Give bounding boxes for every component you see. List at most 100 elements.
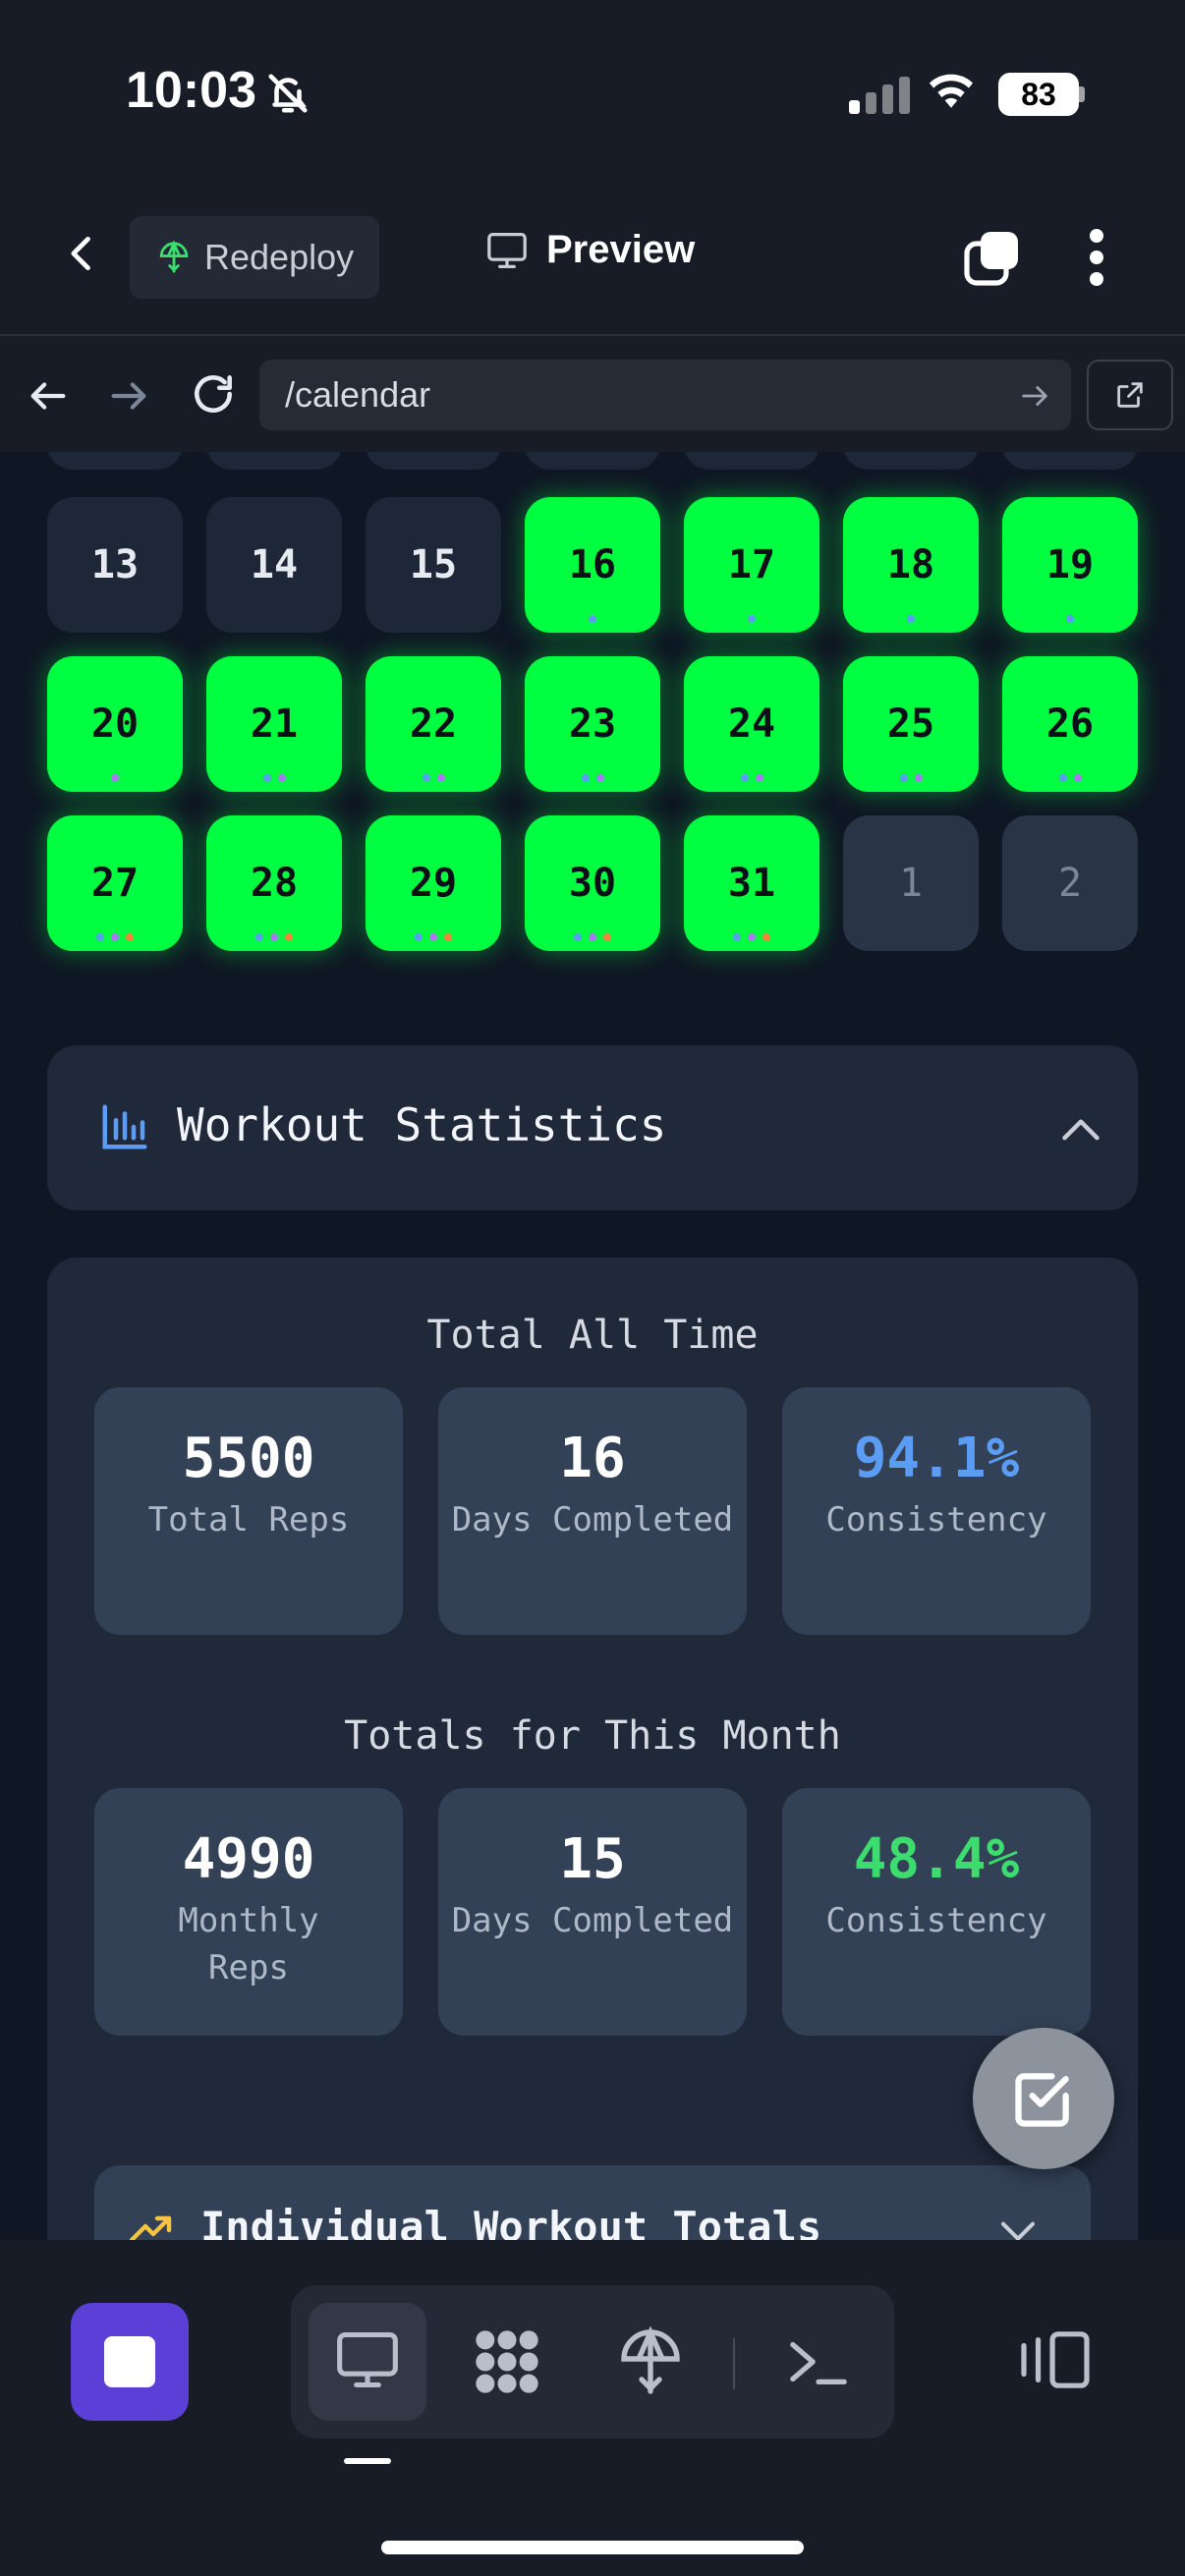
workout-dots — [1002, 615, 1138, 623]
calendar-day-partial — [47, 452, 183, 470]
workout-dot — [429, 933, 437, 941]
calendar-day-number: 19 — [1045, 542, 1095, 588]
calendar-day[interactable]: 2 — [1002, 815, 1138, 951]
calendar-day-number: 29 — [409, 861, 458, 906]
calendar-day[interactable]: 29 — [366, 815, 501, 951]
open-external-button[interactable] — [1087, 360, 1173, 430]
workout-dots — [206, 774, 342, 782]
workout-dots — [843, 615, 979, 623]
checkbox-icon — [1015, 2073, 1069, 2127]
calendar-day[interactable]: 19 — [1002, 497, 1138, 633]
workout-dot — [1073, 774, 1082, 782]
calendar-day[interactable]: 14 — [206, 497, 342, 633]
workout-dot — [111, 933, 119, 941]
bell-muted-icon — [268, 74, 308, 113]
preview-label: Preview — [546, 228, 696, 271]
calendar-day[interactable]: 1 — [843, 815, 979, 951]
url-input[interactable]: /calendar — [259, 360, 1071, 430]
calendar-day[interactable]: 25 — [843, 656, 979, 792]
stat-label: Consistency — [825, 1901, 1047, 1940]
calendar-day[interactable]: 15 — [366, 497, 501, 633]
reload-icon[interactable] — [189, 369, 238, 419]
stat-label: Monthly Reps — [178, 1901, 319, 1988]
month-heading: Totals for This Month — [344, 1713, 841, 1759]
monitor-icon[interactable] — [334, 2328, 401, 2391]
calendar-day-partial — [525, 452, 660, 470]
workout-dot — [270, 933, 278, 941]
more-options-icon[interactable] — [1085, 228, 1108, 287]
trending-up-icon — [129, 2215, 172, 2240]
status-time: 10:03 — [126, 62, 256, 119]
stat-value: 48.4% — [853, 1827, 1020, 1891]
calendar-day[interactable]: 22 — [366, 656, 501, 792]
calendar-day[interactable]: 13 — [47, 497, 183, 633]
stat-label: Days Completed — [451, 1901, 734, 1940]
go-arrow-icon[interactable] — [1018, 379, 1051, 413]
stat-value: 15 — [559, 1827, 626, 1891]
calendar-day[interactable]: 16 — [525, 497, 660, 633]
cellular-signal-icon — [849, 77, 910, 114]
calendar-day-number: 30 — [568, 861, 617, 906]
redeploy-button[interactable]: Redeploy — [130, 216, 379, 299]
calendar-day-partial — [843, 452, 979, 470]
calendar-day-number: 15 — [409, 542, 458, 588]
tabs-icon[interactable] — [963, 228, 1022, 287]
deploy-icon[interactable] — [615, 2324, 686, 2399]
stat-value: 16 — [559, 1427, 626, 1490]
workout-dots — [366, 774, 501, 782]
url-text: /calendar — [285, 374, 431, 415]
workout-dots — [47, 933, 183, 941]
calendar-day-number: 18 — [886, 542, 935, 588]
calendar-day[interactable]: 21 — [206, 656, 342, 792]
workout-dot — [415, 933, 423, 941]
calendar-day-number: 26 — [1045, 701, 1095, 747]
calendar-day[interactable]: 31 — [684, 815, 819, 951]
individual-workout-totals-title: Individual Workout Totals — [200, 2203, 822, 2240]
workout-dot — [444, 933, 452, 941]
stat-card-days-completed: 16 Days Completed — [438, 1387, 747, 1635]
stat-label: Days Completed — [451, 1500, 734, 1540]
stat-card-month-consistency: 48.4% Consistency — [782, 1788, 1091, 2036]
calendar-day-partial — [684, 452, 819, 470]
calendar-day[interactable]: 30 — [525, 815, 660, 951]
stop-button[interactable] — [71, 2303, 189, 2421]
calendar-day[interactable]: 23 — [525, 656, 660, 792]
calendar-day-partial — [1002, 452, 1138, 470]
workout-dot — [1066, 615, 1074, 623]
check-in-fab[interactable] — [973, 2028, 1114, 2169]
wifi-icon — [929, 74, 974, 108]
calendar-day[interactable]: 26 — [1002, 656, 1138, 792]
individual-workout-totals-toggle[interactable]: Individual Workout Totals — [94, 2165, 1091, 2240]
calendar-day-partial — [206, 452, 342, 470]
workout-dot — [1058, 774, 1067, 782]
stat-card-month-days: 15 Days Completed — [438, 1788, 747, 2036]
calendar-day[interactable]: 20 — [47, 656, 183, 792]
back-chevron-icon[interactable] — [61, 232, 104, 275]
stat-label: Consistency — [825, 1500, 1047, 1540]
preview-tab[interactable]: Preview — [485, 228, 695, 272]
layout-split-icon[interactable] — [1018, 2328, 1093, 2391]
workout-dot — [755, 774, 763, 782]
workout-dots — [684, 933, 819, 941]
calendar-day[interactable]: 27 — [47, 815, 183, 951]
workout-dots — [525, 933, 660, 941]
calendar-day-number: 1 — [898, 861, 924, 906]
workout-dot — [907, 615, 915, 623]
calendar-day-number: 14 — [250, 542, 299, 588]
arrow-right-icon[interactable] — [106, 373, 151, 419]
calendar-day[interactable]: 24 — [684, 656, 819, 792]
chevron-up-icon[interactable] — [1059, 1112, 1102, 1146]
workout-statistics-toggle[interactable]: Workout Statistics — [47, 1045, 1138, 1210]
terminal-icon[interactable] — [784, 2330, 853, 2393]
chevron-down-icon[interactable] — [998, 2218, 1038, 2240]
calendar-day[interactable]: 17 — [684, 497, 819, 633]
page-content: 13 14 15 16 17 18 19 20 21 22 23 24 25 26 27 28 29 30 31 1 2… — [0, 452, 1185, 2240]
arrow-left-icon[interactable] — [26, 373, 71, 419]
stat-value: 4990 — [182, 1827, 315, 1891]
calendar-day[interactable]: 18 — [843, 497, 979, 633]
workout-dot — [603, 933, 611, 941]
calendar-day[interactable]: 28 — [206, 815, 342, 951]
workflow-icon[interactable] — [470, 2324, 544, 2399]
workout-dots — [684, 774, 819, 782]
workout-dot — [899, 774, 908, 782]
